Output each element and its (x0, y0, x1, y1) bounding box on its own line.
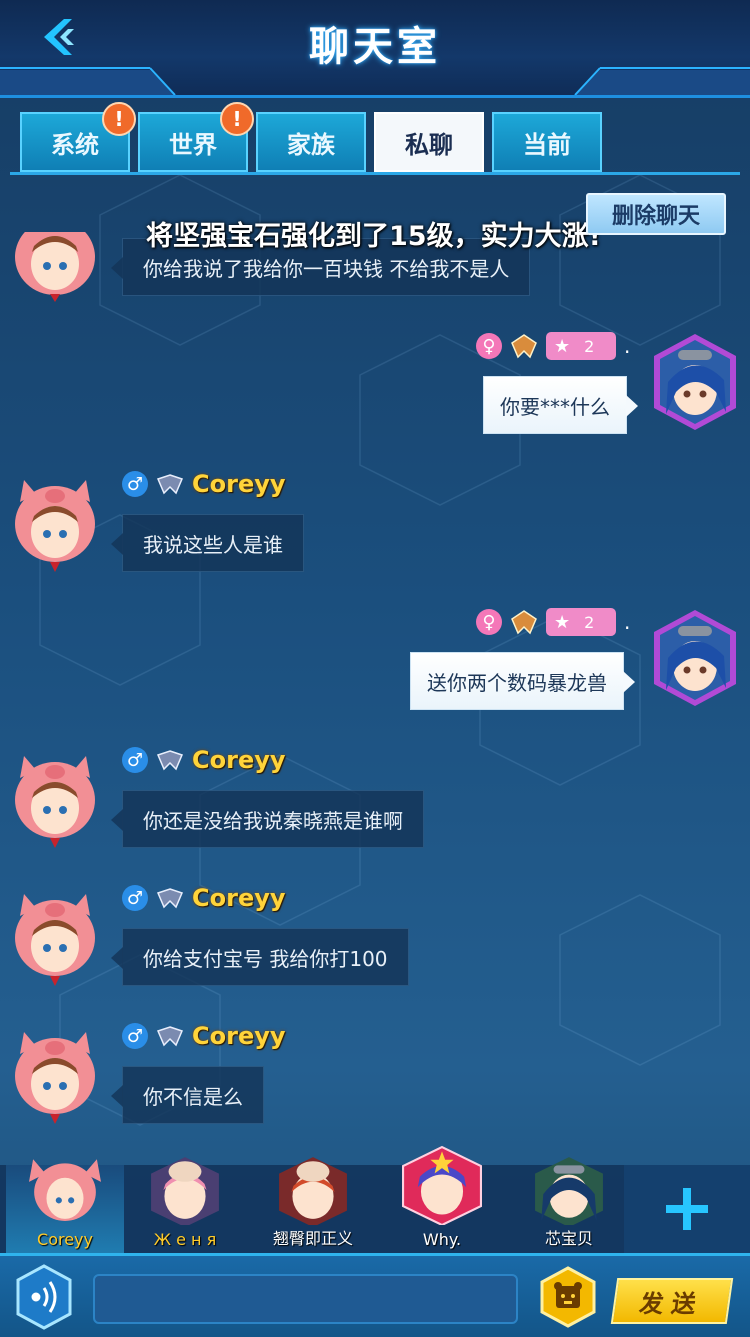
tab-label: 当前 (523, 130, 571, 159)
alert-badge-icon: ! (102, 102, 136, 136)
female-gender-icon: ♀ (476, 609, 502, 635)
chat-message-bubble: 我说这些人是谁 (111, 514, 304, 572)
female-gender-icon: ♀ (476, 333, 502, 359)
plus-icon (666, 1188, 708, 1230)
chat-message-bubble: 你不信是么 (111, 1066, 264, 1124)
tab-label: 世界 (169, 130, 217, 159)
rank-wings-icon (156, 888, 184, 909)
sender-name: . (624, 334, 631, 358)
tab-label: 系统 (51, 130, 99, 159)
message-meta: ♀ ★ 2 . (476, 608, 630, 636)
delete-chat-button[interactable]: 删除聊天 (586, 193, 726, 235)
rank-wings-icon (156, 1026, 184, 1047)
rank-wings-icon (156, 474, 184, 495)
message-meta: ♂ Coreyy (122, 470, 286, 498)
girl-avatar (654, 334, 736, 430)
girl-avatar (535, 1157, 603, 1225)
sender-name: Coreyy (192, 1022, 286, 1050)
chat-message-bubble: 你还是没给我说秦晓燕是谁啊 (111, 790, 424, 848)
header-bar: 聊天室 (0, 0, 750, 98)
rank-wings-icon (511, 334, 537, 359)
add-friend-button[interactable] (624, 1165, 750, 1253)
background-pattern (39, 175, 721, 1126)
tab-family[interactable]: 家族 (256, 112, 366, 172)
message-text: 你要***什么 (500, 394, 610, 419)
tab-current[interactable]: 当前 (492, 112, 602, 172)
message-text: 你还是没给我说秦晓燕是谁啊 (143, 808, 403, 833)
male-gender-icon: ♂ (122, 471, 148, 497)
message-text: 你给我说了我给你一百块钱 不给我不是人 (143, 256, 510, 281)
vip-level: 2 (584, 612, 595, 632)
sender-name: Coreyy (192, 470, 286, 498)
tab-label: 私聊 (405, 130, 453, 159)
tab-label: 家族 (287, 130, 335, 159)
vip-level: 2 (584, 336, 595, 356)
chat-tabs: 系统 ! 世界 ! 家族 私聊 当前 (20, 102, 602, 174)
message-text: 我说这些人是谁 (143, 532, 283, 557)
friend-name: Ж е н я (153, 1230, 217, 1249)
friend-name: Coreyy (37, 1230, 93, 1249)
friend-name: 芯宝贝 (544, 1229, 593, 1248)
send-button[interactable]: 发送 (610, 1278, 734, 1324)
tab-world[interactable]: 世界 ! (138, 102, 254, 172)
rank-wings-icon (511, 610, 537, 635)
chat-message-bubble: 你给支付宝号 我给你打100 (111, 928, 409, 986)
chat-message-bubble: 送你两个数码暴龙兽 (410, 652, 635, 710)
rank-wings-icon (156, 750, 184, 771)
message-meta: ♂ Coreyy (122, 1022, 286, 1050)
pig-hood-avatar (15, 480, 95, 572)
input-bar: 发送 (0, 1253, 750, 1337)
message-text: 你不信是么 (143, 1084, 243, 1109)
vip-level-badge: ★ 2 (546, 332, 616, 360)
friend-tab-qiaotun[interactable]: 翘臀即正义 (254, 1157, 372, 1253)
alert-badge-icon: ! (220, 102, 254, 136)
message-meta: ♂ Coreyy (122, 884, 286, 912)
message-meta: ♂ Coreyy (122, 746, 286, 774)
tab-divider (10, 172, 740, 175)
sender-name: . (624, 610, 631, 634)
male-gender-icon: ♂ (122, 1023, 148, 1049)
chat-message-bubble: 你要***什么 (483, 376, 638, 434)
tab-private-chat[interactable]: 私聊 (374, 112, 484, 172)
friend-tab-xinbaobei[interactable]: 芯宝贝 (510, 1157, 628, 1253)
pig-hood-avatar (15, 894, 95, 986)
system-broadcast: 将坚强宝石强化到了15级，实力大涨! (146, 221, 601, 252)
friend-switcher-bar: Coreyy Ж е н я 翘臀即正义 Why. 芯宝贝 (0, 1145, 750, 1257)
sender-name: Coreyy (192, 746, 286, 774)
star-hat-avatar (402, 1145, 482, 1225)
friend-name: 翘臀即正义 (272, 1229, 353, 1248)
emoji-button[interactable] (538, 1266, 598, 1328)
message-meta: ♀ ★ 2 . (476, 332, 630, 360)
girl-avatar (654, 610, 736, 706)
sender-name: Coreyy (192, 884, 286, 912)
message-text: 送你两个数码暴龙兽 (427, 670, 607, 695)
friend-tab-why[interactable]: Why. (383, 1145, 501, 1253)
pig-hood-avatar (29, 1159, 101, 1221)
bunny-hood-avatar (151, 1157, 219, 1225)
pig-hood-avatar (15, 1032, 95, 1124)
vip-level-badge: ★ 2 (546, 608, 616, 636)
friend-tab-zhenya[interactable]: Ж е н я (126, 1157, 244, 1253)
star-icon: ★ (554, 335, 571, 357)
male-gender-icon: ♂ (122, 885, 148, 911)
page-title: 聊天室 (309, 24, 441, 70)
voice-button[interactable] (14, 1264, 74, 1330)
friend-name: Why. (422, 1230, 462, 1249)
pig-hood-avatar (15, 232, 95, 302)
tab-system[interactable]: 系统 ! (20, 102, 136, 172)
friend-tab-coreyy[interactable]: Coreyy (6, 1159, 124, 1257)
chat-message-input[interactable] (93, 1274, 518, 1324)
male-gender-icon: ♂ (122, 747, 148, 773)
pig-hood-avatar (15, 756, 95, 848)
star-icon: ★ (554, 611, 571, 633)
bunny-hood-avatar (279, 1157, 347, 1225)
message-text: 你给支付宝号 我给你打100 (143, 946, 388, 971)
